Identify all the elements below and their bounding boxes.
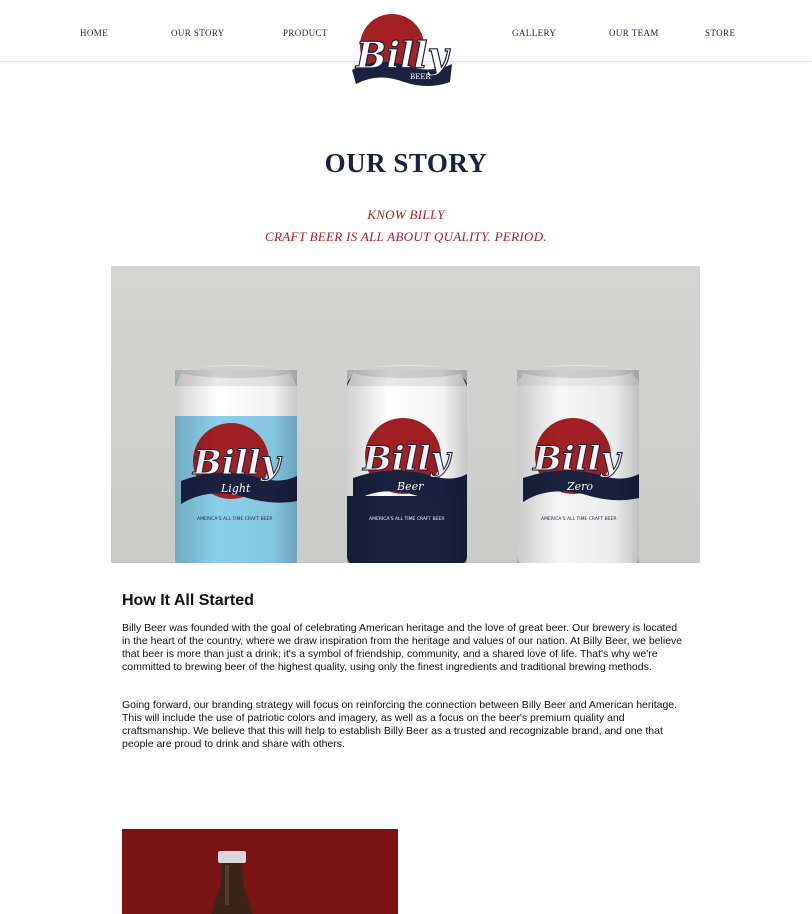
- can-beer: Billy Beer AMERICA'S ALL TIME CRAFT BEER: [347, 365, 467, 563]
- nav-product[interactable]: PRODUCT: [283, 28, 328, 38]
- tagline-quality: CRAFT BEER IS ALL ABOUT QUALITY. PERIOD.: [265, 229, 547, 244]
- product-photo: Billy Light AMERICA'S ALL TIME CRAFT BEE…: [111, 266, 700, 563]
- bottle-photo: [122, 829, 398, 914]
- can-light: Billy Light AMERICA'S ALL TIME CRAFT BEE…: [175, 365, 297, 563]
- nav-gallery[interactable]: GALLERY: [512, 28, 556, 38]
- svg-text:BEER: BEER: [410, 73, 431, 81]
- nav-store[interactable]: STORE: [705, 28, 735, 38]
- nav-our-story[interactable]: OUR STORY: [171, 28, 225, 38]
- tagline-know-billy: KNOW BILLY: [367, 207, 445, 222]
- nav-home[interactable]: HOME: [80, 28, 108, 38]
- story-paragraph-2: Going forward, our branding strategy wil…: [122, 699, 678, 750]
- page-title: OUR STORY: [324, 148, 488, 178]
- section-heading: How It All Started: [122, 592, 254, 609]
- billy-beer-logo-icon[interactable]: Billy BEER: [348, 8, 454, 88]
- can-zero: Billy Zero AMERICA'S ALL TIME CRAFT BEER: [517, 365, 639, 563]
- nav-our-team[interactable]: OUR TEAM: [609, 28, 659, 38]
- svg-text:Billy: Billy: [355, 35, 450, 77]
- story-paragraph-1: Billy Beer was founded with the goal of …: [122, 622, 683, 673]
